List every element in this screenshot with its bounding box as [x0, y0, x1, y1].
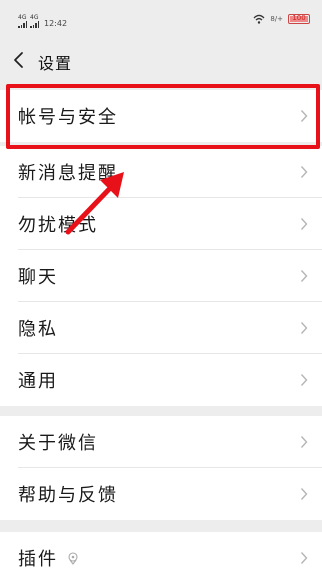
status-right: 8/+ 100: [253, 14, 310, 24]
settings-item-label: 通用: [18, 371, 58, 392]
wifi-icon: [253, 14, 265, 24]
highlight-box: [6, 84, 320, 149]
signal-bars-icon: [18, 21, 27, 28]
red-arrow-annotation: [65, 172, 124, 235]
settings-item-new-message-notifications[interactable]: 新消息提醒: [0, 146, 322, 198]
chevron-right-icon: [300, 488, 308, 500]
signal-bars-icon: [30, 21, 39, 28]
settings-item-plugins[interactable]: 插件: [0, 532, 322, 584]
nav-bar: 设置: [0, 40, 322, 82]
settings-item-about-wechat[interactable]: 关于微信: [0, 416, 322, 468]
chevron-right-icon: [300, 436, 308, 448]
signal-1: 4G: [18, 15, 27, 28]
status-bar: 4G 4G 12:42 8/+ 100: [0, 0, 322, 34]
battery-icon: 100: [288, 14, 310, 24]
settings-item-label: 插件: [18, 549, 58, 570]
status-time: 12:42: [44, 19, 68, 28]
chevron-right-icon: [300, 270, 308, 282]
settings-item-help-feedback[interactable]: 帮助与反馈: [0, 468, 322, 520]
settings-item-label: 隐私: [18, 319, 58, 340]
status-extra: 8/+: [270, 15, 283, 23]
signal-2: 4G: [30, 15, 39, 28]
chevron-right-icon: [300, 218, 308, 230]
settings-item-general[interactable]: 通用: [0, 354, 322, 406]
status-left: 4G 4G 12:42: [18, 14, 67, 28]
settings-item-do-not-disturb[interactable]: 勿扰模式: [0, 198, 322, 250]
back-arrow-icon[interactable]: [12, 51, 26, 69]
page-title: 设置: [38, 54, 73, 73]
settings-item-privacy[interactable]: 隐私: [0, 302, 322, 354]
location-pin-icon: [68, 552, 78, 565]
chevron-right-icon: [300, 322, 308, 334]
chevron-right-icon: [300, 166, 308, 178]
chevron-right-icon: [300, 374, 308, 386]
settings-item-label: 聊天: [18, 267, 58, 288]
battery-level: 100: [292, 14, 306, 22]
chevron-right-icon: [300, 552, 308, 564]
settings-item-chat[interactable]: 聊天: [0, 250, 322, 302]
settings-item-label: 帮助与反馈: [18, 485, 118, 506]
settings-item-label: 关于微信: [18, 433, 98, 454]
